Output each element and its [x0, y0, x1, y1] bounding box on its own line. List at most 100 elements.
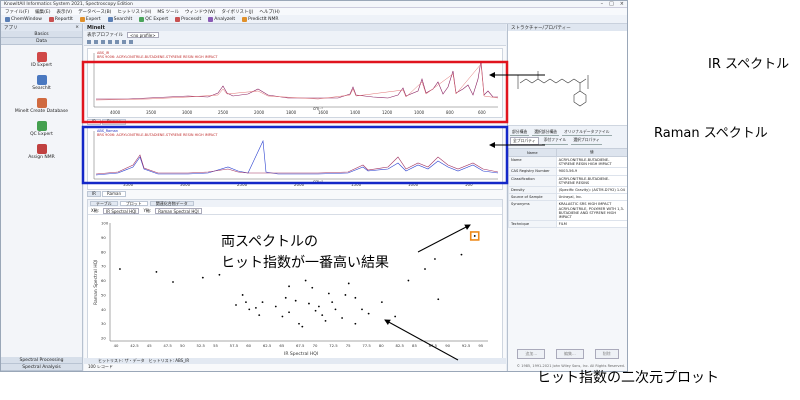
tab-raman-2[interactable]: Raman — [101, 191, 126, 197]
scatter-point[interactable] — [394, 315, 397, 318]
scatter-point[interactable] — [324, 319, 327, 322]
tab-ir-2[interactable]: IR — [87, 191, 101, 197]
scatter-point[interactable] — [361, 308, 363, 311]
scatter-point[interactable] — [460, 253, 463, 256]
scatter-point[interactable] — [354, 296, 357, 299]
scatter-point[interactable] — [304, 279, 307, 282]
scatter-point[interactable] — [274, 305, 277, 308]
tab-related-data[interactable]: 関連化合物データ — [149, 201, 194, 206]
menu-view[interactable]: 表示(V) — [56, 9, 72, 15]
menu-database[interactable]: データベース(B) — [78, 9, 111, 15]
tab-all-properties[interactable]: 全プロパティ — [510, 137, 539, 145]
scatter-point[interactable] — [437, 298, 440, 301]
tab-original-file[interactable]: オリジナルデータファイル — [561, 129, 612, 136]
sidebar-item-mineit[interactable]: MineIt Create Database — [1, 98, 82, 114]
menu-hitlist[interactable]: ヒットリスト(H) — [117, 9, 151, 15]
sidebar-section-data[interactable]: Data — [1, 38, 82, 45]
scatter-point[interactable] — [317, 305, 320, 308]
edit-button[interactable]: 編集... — [556, 349, 584, 359]
tab-plot[interactable]: プロット — [119, 201, 148, 206]
scatter-point[interactable] — [344, 294, 347, 296]
menu-window[interactable]: ウィンドウ(W) — [185, 9, 215, 15]
scatter-point[interactable] — [424, 268, 426, 270]
y-axis-select[interactable]: Raman Spectral HQI — [155, 207, 202, 214]
scatter-point[interactable] — [341, 317, 344, 319]
delete-button[interactable]: 削除 — [594, 349, 619, 359]
tab-attachments[interactable]: 添付ファイル — [541, 137, 569, 145]
table-row[interactable]: CAS Registry Number 9003-56-9 — [508, 167, 627, 176]
sidebar-item-qc-expert[interactable]: QC Expert — [1, 121, 82, 137]
scatter-point[interactable] — [288, 285, 290, 288]
ir-spectrum-view[interactable]: ABS_IR BRS 9006: ACRYLONITRILE-BUTADIENE… — [87, 48, 503, 118]
scatter-point[interactable] — [380, 301, 383, 304]
sidebar-item-assign-nmr[interactable]: Assign NMR — [1, 144, 82, 160]
scatter-point[interactable] — [155, 271, 158, 273]
scatter-point[interactable] — [258, 314, 261, 316]
scatter-point[interactable] — [254, 307, 257, 309]
menu-help[interactable]: ヘルプ(H) — [259, 9, 279, 15]
expert-button[interactable]: Expert — [79, 16, 101, 22]
table-row[interactable]: Synonyms KRALASTIC SRS HIGH IMPACT ACRYLO… — [508, 200, 627, 222]
scatter-point[interactable] — [301, 325, 304, 328]
scatter-point[interactable] — [354, 322, 357, 325]
overlay-icon[interactable] — [108, 40, 112, 44]
scatter-point[interactable] — [347, 282, 350, 285]
scatter-point[interactable] — [314, 309, 317, 312]
scatter-point[interactable] — [288, 311, 290, 314]
raman-spectrum-view[interactable]: ABS_Raman BRS 9006: ACRYLONITRILE-BUTADI… — [87, 126, 503, 190]
predictit-nmr-button[interactable]: PredictIt NMR — [242, 16, 279, 22]
menu-ms-tools[interactable]: MS ツール — [157, 9, 179, 15]
copy-icon[interactable] — [129, 40, 133, 44]
table-row[interactable]: Density (Specific Gravity): (ASTM-D792) 1… — [508, 186, 627, 195]
tab-substructure[interactable]: 部分構造 — [510, 129, 530, 136]
profile-select[interactable]: <no profile> — [127, 32, 159, 38]
tab-selected-substructure[interactable]: 選択部分構造 — [532, 129, 559, 136]
table-row[interactable]: Classification ACRYLONITRILE-BUTADIENE-ST… — [508, 174, 627, 188]
menu-file[interactable]: ファイル(F) — [5, 9, 29, 15]
sidebar-item-searchit[interactable]: SearchIt — [1, 75, 82, 91]
add-button[interactable]: 追加... — [517, 349, 546, 359]
scatter-point[interactable] — [473, 235, 476, 237]
maximize-button[interactable]: □ — [609, 1, 614, 7]
table-row[interactable]: Source of Sample Unirayal, Inc. — [508, 193, 627, 202]
sidebar-section-processing[interactable]: Spectral Processing — [1, 357, 82, 364]
stack-icon[interactable] — [115, 40, 119, 44]
chemwindow-button[interactable]: ChemWindow — [5, 16, 42, 22]
zoom-icon[interactable] — [87, 40, 91, 44]
tab-raman[interactable]: Raman — [101, 119, 126, 125]
sidebar-item-id-expert[interactable]: ID Expert — [1, 52, 82, 68]
scatter-point[interactable] — [407, 279, 410, 282]
scatter-point[interactable] — [284, 296, 287, 299]
tab-ir[interactable]: IR — [87, 119, 101, 125]
scatter-point[interactable] — [298, 322, 300, 325]
scatter-point[interactable] — [281, 315, 284, 318]
sidebar-section-analysis[interactable]: Spectral Analysis — [1, 364, 82, 371]
sidebar-section-basics[interactable]: Basics — [1, 31, 82, 38]
print-icon[interactable] — [122, 40, 126, 44]
table-row[interactable]: Technique FILM — [508, 220, 627, 229]
scatter-point[interactable] — [331, 301, 334, 304]
menu-edit[interactable]: 編集(E) — [35, 9, 50, 15]
scatter-point[interactable] — [367, 312, 370, 315]
close-button[interactable]: × — [620, 1, 624, 7]
searchit-button[interactable]: SearchIt — [107, 16, 132, 22]
reportit-button[interactable]: ReportIt — [48, 16, 73, 22]
scatter-point[interactable] — [311, 286, 314, 289]
scatter-point[interactable] — [248, 308, 251, 311]
scatter-point[interactable] — [334, 308, 337, 311]
scatter-point[interactable] — [321, 314, 324, 316]
scatter-point[interactable] — [308, 302, 310, 305]
sidebar-close-icon[interactable]: × — [75, 25, 79, 30]
scatter-point[interactable] — [218, 273, 221, 276]
scatter-point[interactable] — [172, 281, 174, 283]
scatter-point[interactable] — [241, 294, 244, 296]
scatter-point[interactable] — [434, 258, 436, 260]
scatter-point[interactable] — [235, 304, 237, 306]
scatter-point[interactable] — [201, 276, 204, 279]
scatter-point[interactable] — [245, 301, 247, 304]
pan-icon[interactable] — [101, 40, 105, 44]
scatter-point[interactable] — [327, 292, 330, 295]
table-row[interactable]: Name ACRYLONITRILE-BUTADIENE-STYRENE RESI… — [508, 155, 627, 169]
scatter-point[interactable] — [119, 268, 121, 270]
scatter-point[interactable] — [294, 299, 297, 302]
